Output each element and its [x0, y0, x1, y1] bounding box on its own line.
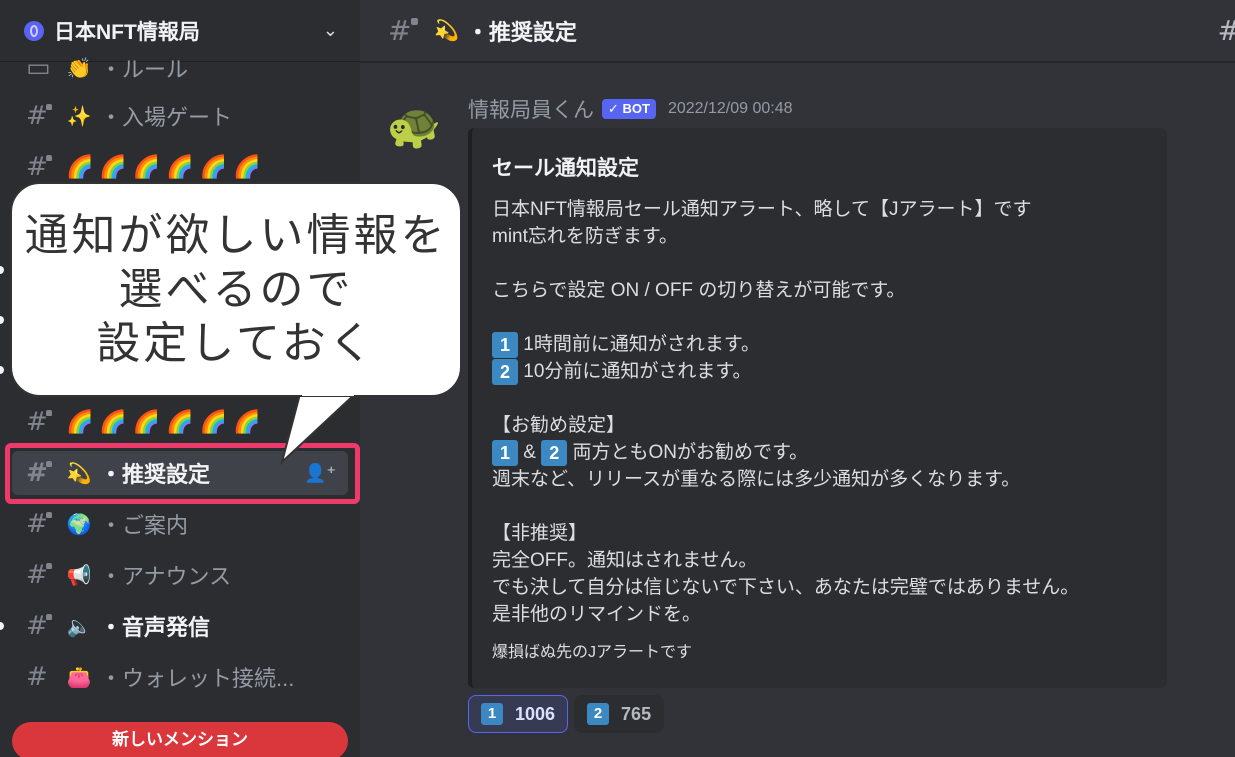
- keycap-1-icon: 1: [492, 331, 518, 358]
- callout-text: 通知が欲しい情報を 選べるので 設定しておく: [24, 210, 448, 368]
- unread-indicator: [0, 366, 4, 374]
- reactions-bar: 1 1006 2 765: [468, 695, 670, 733]
- channel-announcements[interactable]: # 📢 ・アナウンス: [12, 553, 348, 597]
- keycap-2-icon: 2: [541, 439, 568, 466]
- reaction-count: 765: [621, 703, 652, 724]
- channel-rules[interactable]: ▭ 👏 ・ルール: [12, 46, 348, 90]
- new-mentions-button[interactable]: 新しいメンション: [12, 722, 348, 757]
- text-channel-icon: ▭: [26, 53, 51, 83]
- recommended-note: 週末など、リリースが重なる際には多少通知が多くなります。: [492, 469, 1021, 490]
- channel-label: ・推奨設定: [100, 462, 211, 487]
- unread-indicator: [0, 266, 4, 274]
- unread-indicator: [0, 622, 4, 630]
- locked-hash-icon: #: [26, 458, 52, 488]
- channel-emoji: ✨: [66, 105, 92, 128]
- speech-bubble-callout: 通知が欲しい情報を 選べるので 設定しておく: [10, 182, 462, 397]
- message-embed: セール通知設定 日本NFT情報局セール通知アラート、略して【Jアラート】です m…: [468, 128, 1167, 688]
- recommended-heading: 【お勧め設定】: [492, 415, 626, 436]
- ampersand: &: [523, 442, 536, 463]
- bot-badge: ✓ BOT: [602, 99, 656, 119]
- embed-description: 日本NFT情報局セール通知アラート、略して【Jアラート】です mint忘れを防ぎ…: [492, 196, 1147, 628]
- locked-hash-icon: #: [26, 509, 52, 539]
- option-2-text: 10分前に通知がされます。: [523, 361, 752, 382]
- channel-recommended-settings[interactable]: # 💫 ・推奨設定 👤⁺: [12, 451, 348, 495]
- option-1-text: 1時間前に通知がされます。: [523, 334, 760, 355]
- embed-intro: 日本NFT情報局セール通知アラート、略して【Jアラート】です mint忘れを防ぎ…: [492, 199, 1032, 247]
- not-recommended-heading: 【非推奨】: [492, 523, 588, 544]
- locked-hash-icon: #: [26, 560, 52, 590]
- rainbow-divider: 🌈🌈🌈🌈🌈🌈: [66, 409, 267, 434]
- channel-emoji: 💫: [66, 462, 92, 485]
- channel-label: ・ルール: [100, 57, 189, 82]
- embed-toggle-text: こちらで設定 ON / OFF の切り替えが可能です。: [492, 280, 906, 301]
- channel-emoji: 👏: [66, 57, 92, 80]
- channel-label: ・アナウンス: [100, 564, 232, 589]
- channel-emoji: 👛: [66, 666, 92, 689]
- add-member-icon[interactable]: 👤⁺: [304, 463, 336, 484]
- avatar[interactable]: 🐢: [384, 96, 444, 156]
- channel-label: ・ご案内: [100, 513, 189, 538]
- author-name[interactable]: 情報局員くん: [468, 94, 594, 124]
- rainbow-divider: 🌈🌈🌈🌈🌈🌈: [66, 154, 267, 179]
- keycap-1-icon: 1: [492, 439, 518, 466]
- channel-emoji: 🌍: [66, 513, 92, 536]
- channel-rainbow-divider-bottom[interactable]: # 🌈🌈🌈🌈🌈🌈: [12, 400, 348, 444]
- channel-label: ・ウォレット接続...: [100, 666, 295, 691]
- message-timestamp: 2022/12/09 00:48: [667, 100, 793, 117]
- unread-indicator: [0, 316, 4, 324]
- channel-header: # 💫 ・推奨設定 #: [360, 0, 1235, 62]
- embed-title: セール通知設定: [492, 157, 639, 180]
- keycap-2-icon: 2: [587, 703, 610, 725]
- reaction-keycap-1[interactable]: 1 1006: [468, 695, 569, 733]
- channel-title: ・推奨設定: [466, 19, 577, 45]
- locked-hash-icon: #: [26, 611, 52, 641]
- chevron-down-icon[interactable]: ⌄: [323, 20, 338, 41]
- channel-wallet-connect[interactable]: # 👛 ・ウォレット接続...: [12, 655, 348, 699]
- locked-hash-icon: #: [26, 407, 52, 437]
- hash-icon: #: [26, 662, 48, 692]
- channel-emoji: 📢: [66, 564, 92, 587]
- recommended-text: 両方ともONがお勧めです。: [572, 442, 809, 463]
- locked-hash-icon: #: [388, 14, 420, 47]
- server-name: 日本NFT情報局: [54, 20, 200, 44]
- not-recommended-body: 完全OFF。通知はされません。 でも決して自分は信じないで下さい、あなたは完璧で…: [492, 550, 1080, 625]
- channel-label: ・入場ゲート: [100, 105, 233, 130]
- message-header: 情報局員くん ✓ BOT 2022/12/09 00:48: [468, 94, 793, 124]
- keycap-2-icon: 2: [492, 358, 518, 385]
- embed-footer: 爆損ばぬ先のJアラートです: [492, 644, 693, 661]
- channel-entrance-gate[interactable]: # ✨ ・入場ゲート: [12, 94, 348, 138]
- locked-hash-icon: #: [26, 101, 52, 131]
- channel-guide[interactable]: # 🌍 ・ご案内: [12, 502, 348, 546]
- locked-hash-icon: #: [26, 152, 52, 182]
- channel-voice-broadcast[interactable]: # 🔈 ・音声発信: [12, 604, 348, 648]
- server-boost-icon: [24, 20, 44, 41]
- channel-emoji: 💫: [434, 20, 459, 42]
- channel-label: ・音声発信: [100, 615, 211, 640]
- chat-area: # 💫 ・推奨設定 # 🐢 情報局員くん ✓ BOT 2022/12/09 00…: [360, 0, 1235, 757]
- reaction-keycap-2[interactable]: 2 765: [574, 695, 665, 733]
- reaction-count: 1006: [515, 703, 556, 724]
- channel-emoji: 🔈: [66, 615, 92, 638]
- threads-icon[interactable]: #: [1218, 14, 1235, 47]
- keycap-1-icon: 1: [481, 703, 503, 725]
